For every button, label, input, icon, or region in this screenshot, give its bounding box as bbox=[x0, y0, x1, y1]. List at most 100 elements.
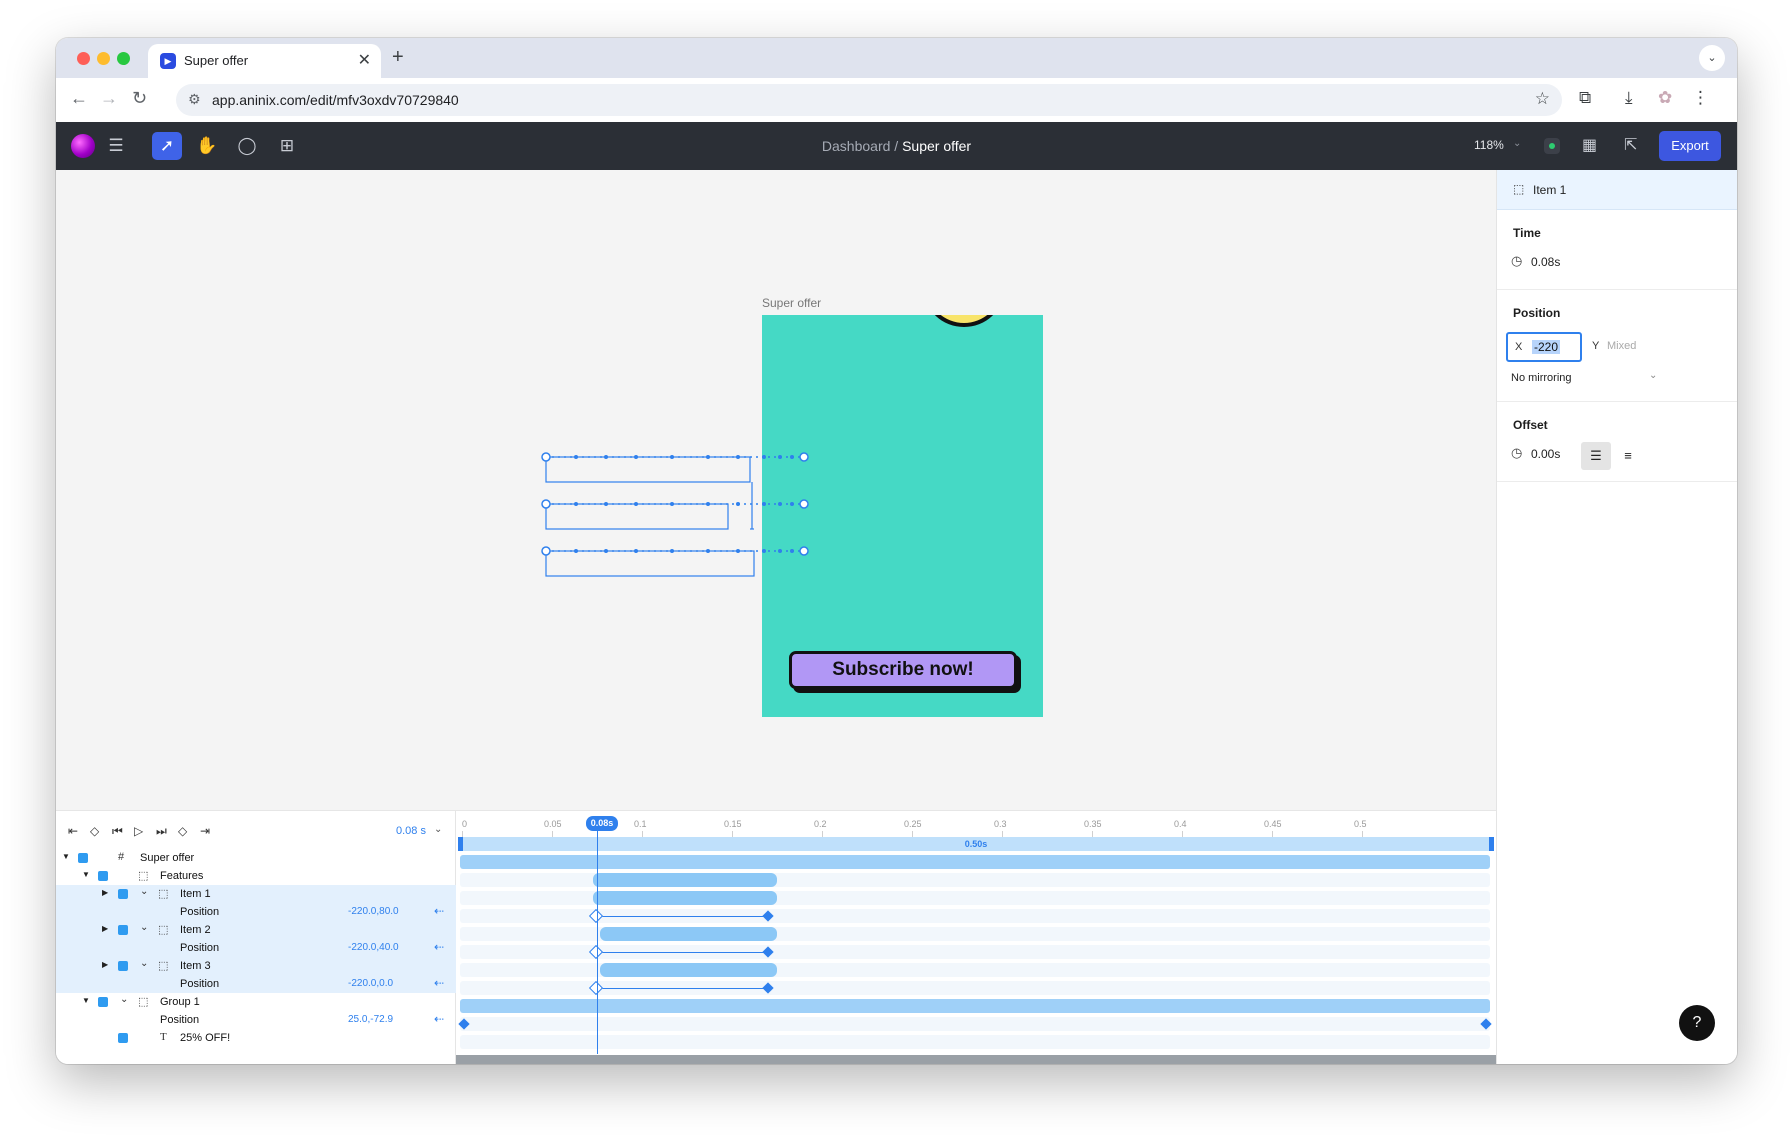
motion-paths-overlay[interactable] bbox=[56, 170, 1496, 810]
add-keyframe-icon[interactable]: ⇠ bbox=[434, 940, 444, 954]
zoom-chevron-down-icon[interactable]: ⌄ bbox=[1513, 138, 1521, 149]
extensions-icon[interactable]: ⧉ bbox=[1579, 88, 1591, 108]
keyframe-end[interactable] bbox=[762, 910, 774, 922]
duration-bar[interactable]: 0.50s bbox=[458, 837, 1494, 851]
layer-color-swatch[interactable] bbox=[98, 871, 108, 881]
track-item-2-position[interactable] bbox=[460, 944, 1490, 960]
offset-value[interactable]: 0.00s bbox=[1531, 447, 1560, 461]
jump-to-start-icon[interactable]: ⇤ bbox=[68, 824, 78, 838]
add-keyframe-icon[interactable]: ⇠ bbox=[434, 1012, 444, 1026]
layer-color-swatch[interactable] bbox=[78, 853, 88, 863]
previous-keyframe-icon[interactable]: ◇ bbox=[90, 824, 99, 838]
bookmark-star-icon[interactable]: ☆ bbox=[1535, 89, 1550, 109]
expand-triangle-icon[interactable]: ▼ bbox=[62, 852, 70, 861]
chevron-down-icon[interactable]: ⌄ bbox=[140, 958, 148, 969]
layer-row-text[interactable]: T 25% OFF! bbox=[56, 1029, 456, 1047]
back-arrow-icon[interactable]: ← bbox=[70, 88, 88, 108]
x-position-input[interactable]: X -220 bbox=[1506, 332, 1582, 362]
keyframe-start[interactable] bbox=[588, 944, 604, 960]
property-value[interactable]: -220.0,0.0 bbox=[348, 978, 393, 989]
track-group-1[interactable] bbox=[460, 999, 1490, 1013]
zoom-level[interactable]: 118% bbox=[1474, 138, 1504, 152]
play-icon[interactable]: ▷ bbox=[134, 824, 143, 838]
address-bar[interactable]: ⚙ app.aninix.com/edit/mfv3oxdv70729840 ☆ bbox=[176, 84, 1562, 116]
align-left-icon[interactable]: ≡ bbox=[1613, 442, 1643, 470]
minimize-window-button[interactable] bbox=[97, 52, 110, 65]
next-keyframe-icon[interactable]: ◇ bbox=[178, 824, 187, 838]
keyframe-end[interactable] bbox=[1480, 1018, 1492, 1030]
track-text[interactable] bbox=[460, 1035, 1490, 1049]
property-value[interactable]: 25.0,-72.9 bbox=[348, 1014, 393, 1025]
track-item-3[interactable] bbox=[460, 963, 1490, 977]
keyframe-start[interactable] bbox=[588, 908, 604, 924]
chevron-down-icon[interactable]: ⌄ bbox=[140, 886, 148, 897]
mirroring-chevron-down-icon[interactable]: ⌄ bbox=[1649, 370, 1657, 381]
expand-triangle-icon[interactable]: ▼ bbox=[82, 870, 90, 879]
step-back-icon[interactable]: ⏮ bbox=[112, 824, 123, 839]
property-row-position[interactable]: Position -220.0,80.0 ⇠ bbox=[56, 903, 456, 921]
item-3-clip[interactable] bbox=[600, 963, 777, 977]
track-item-1[interactable] bbox=[460, 891, 1490, 905]
keyframe-end[interactable] bbox=[762, 982, 774, 994]
layer-color-swatch[interactable] bbox=[118, 961, 128, 971]
layer-color-swatch[interactable] bbox=[118, 889, 128, 899]
timeline-tracks[interactable]: 0 0.05 0.1 0.15 0.2 0.25 0.3 0.35 0.4 0.45 0.5 0.5… bbox=[456, 811, 1496, 1064]
layer-color-swatch[interactable] bbox=[98, 997, 108, 1007]
browser-tab[interactable]: ▶ Super offer ✕ bbox=[148, 44, 381, 78]
forward-arrow-icon[interactable]: → bbox=[100, 88, 118, 108]
maximize-window-button[interactable] bbox=[117, 52, 130, 65]
layer-color-swatch[interactable] bbox=[118, 1033, 128, 1043]
property-row-position[interactable]: Position -220.0,0.0 ⇠ bbox=[56, 975, 456, 993]
jump-to-end-icon[interactable]: ⇥ bbox=[200, 824, 210, 838]
collapse-triangle-icon[interactable]: ▶ bbox=[102, 960, 108, 969]
close-window-button[interactable] bbox=[77, 52, 90, 65]
align-center-icon[interactable]: ☰ bbox=[1581, 442, 1611, 470]
item-2-clip[interactable] bbox=[600, 927, 777, 941]
browser-menu-icon[interactable]: ⋮ bbox=[1692, 88, 1709, 108]
keyframe-end[interactable] bbox=[762, 946, 774, 958]
track-features[interactable] bbox=[460, 873, 1490, 887]
current-time-input[interactable]: 0.08 s bbox=[396, 825, 426, 837]
breadcrumb-dashboard[interactable]: Dashboard bbox=[822, 138, 891, 154]
tab-search-chevron-icon[interactable]: ⌄ bbox=[1699, 45, 1725, 71]
layer-row-group-1[interactable]: ▼ ⌄ ⬚ Group 1 bbox=[56, 993, 456, 1011]
collapse-triangle-icon[interactable]: ▶ bbox=[102, 924, 108, 933]
time-chevron-down-icon[interactable]: ⌄ bbox=[434, 824, 442, 835]
keyframe-start[interactable] bbox=[458, 1018, 470, 1030]
x-value[interactable]: -220 bbox=[1532, 340, 1561, 354]
tab-close-button[interactable]: ✕ bbox=[358, 50, 371, 70]
design-canvas[interactable]: Super offer Subscribe now! bbox=[56, 170, 1496, 810]
track-super-offer[interactable] bbox=[460, 855, 1490, 869]
track-item-2[interactable] bbox=[460, 927, 1490, 941]
layer-row-item-1[interactable]: ▶ ⌄ ⬚ Item 1 bbox=[56, 885, 456, 903]
site-settings-icon[interactable]: ⚙ bbox=[188, 91, 201, 108]
profile-avatar-icon[interactable]: ✿ bbox=[1658, 88, 1672, 108]
playhead-line[interactable] bbox=[597, 829, 598, 1054]
keyframe-start[interactable] bbox=[588, 980, 604, 996]
property-row-position[interactable]: Position 25.0,-72.9 ⇠ bbox=[56, 1011, 456, 1029]
url-text[interactable]: app.aninix.com/edit/mfv3oxdv70729840 bbox=[212, 92, 459, 108]
new-tab-button[interactable]: + bbox=[392, 46, 404, 69]
timeline-scrollbar[interactable] bbox=[456, 1055, 1496, 1064]
step-forward-icon[interactable]: ⏭ bbox=[156, 824, 167, 839]
property-value[interactable]: -220.0,40.0 bbox=[348, 942, 399, 953]
layer-row-features[interactable]: ▼ ⬚ Features bbox=[56, 867, 456, 885]
time-value[interactable]: 0.08s bbox=[1531, 255, 1560, 269]
reload-icon[interactable]: ↻ bbox=[132, 88, 147, 108]
playhead-label[interactable]: 0.08s bbox=[586, 816, 618, 831]
layer-row-item-2[interactable]: ▶ ⌄ ⬚ Item 2 bbox=[56, 921, 456, 939]
property-value[interactable]: -220.0,80.0 bbox=[348, 906, 399, 917]
help-button[interactable]: ? bbox=[1679, 1005, 1715, 1041]
property-row-position[interactable]: Position -220.0,40.0 ⇠ bbox=[56, 939, 456, 957]
mirroring-select[interactable]: No mirroring bbox=[1511, 372, 1572, 384]
y-position-input[interactable]: Mixed bbox=[1607, 340, 1636, 352]
export-button[interactable]: Export bbox=[1659, 131, 1721, 161]
layer-row-super-offer[interactable]: ▼ # Super offer bbox=[56, 849, 456, 867]
track-group-1-position[interactable] bbox=[458, 1017, 1492, 1031]
download-icon[interactable]: ⤓ bbox=[1625, 88, 1633, 108]
chevron-down-icon[interactable]: ⌄ bbox=[120, 994, 128, 1005]
chevron-down-icon[interactable]: ⌄ bbox=[140, 922, 148, 933]
track-item-1-position[interactable] bbox=[460, 908, 1490, 924]
item-1-clip[interactable] bbox=[593, 891, 777, 905]
layout-settings-icon[interactable]: ▦ bbox=[1582, 135, 1597, 155]
